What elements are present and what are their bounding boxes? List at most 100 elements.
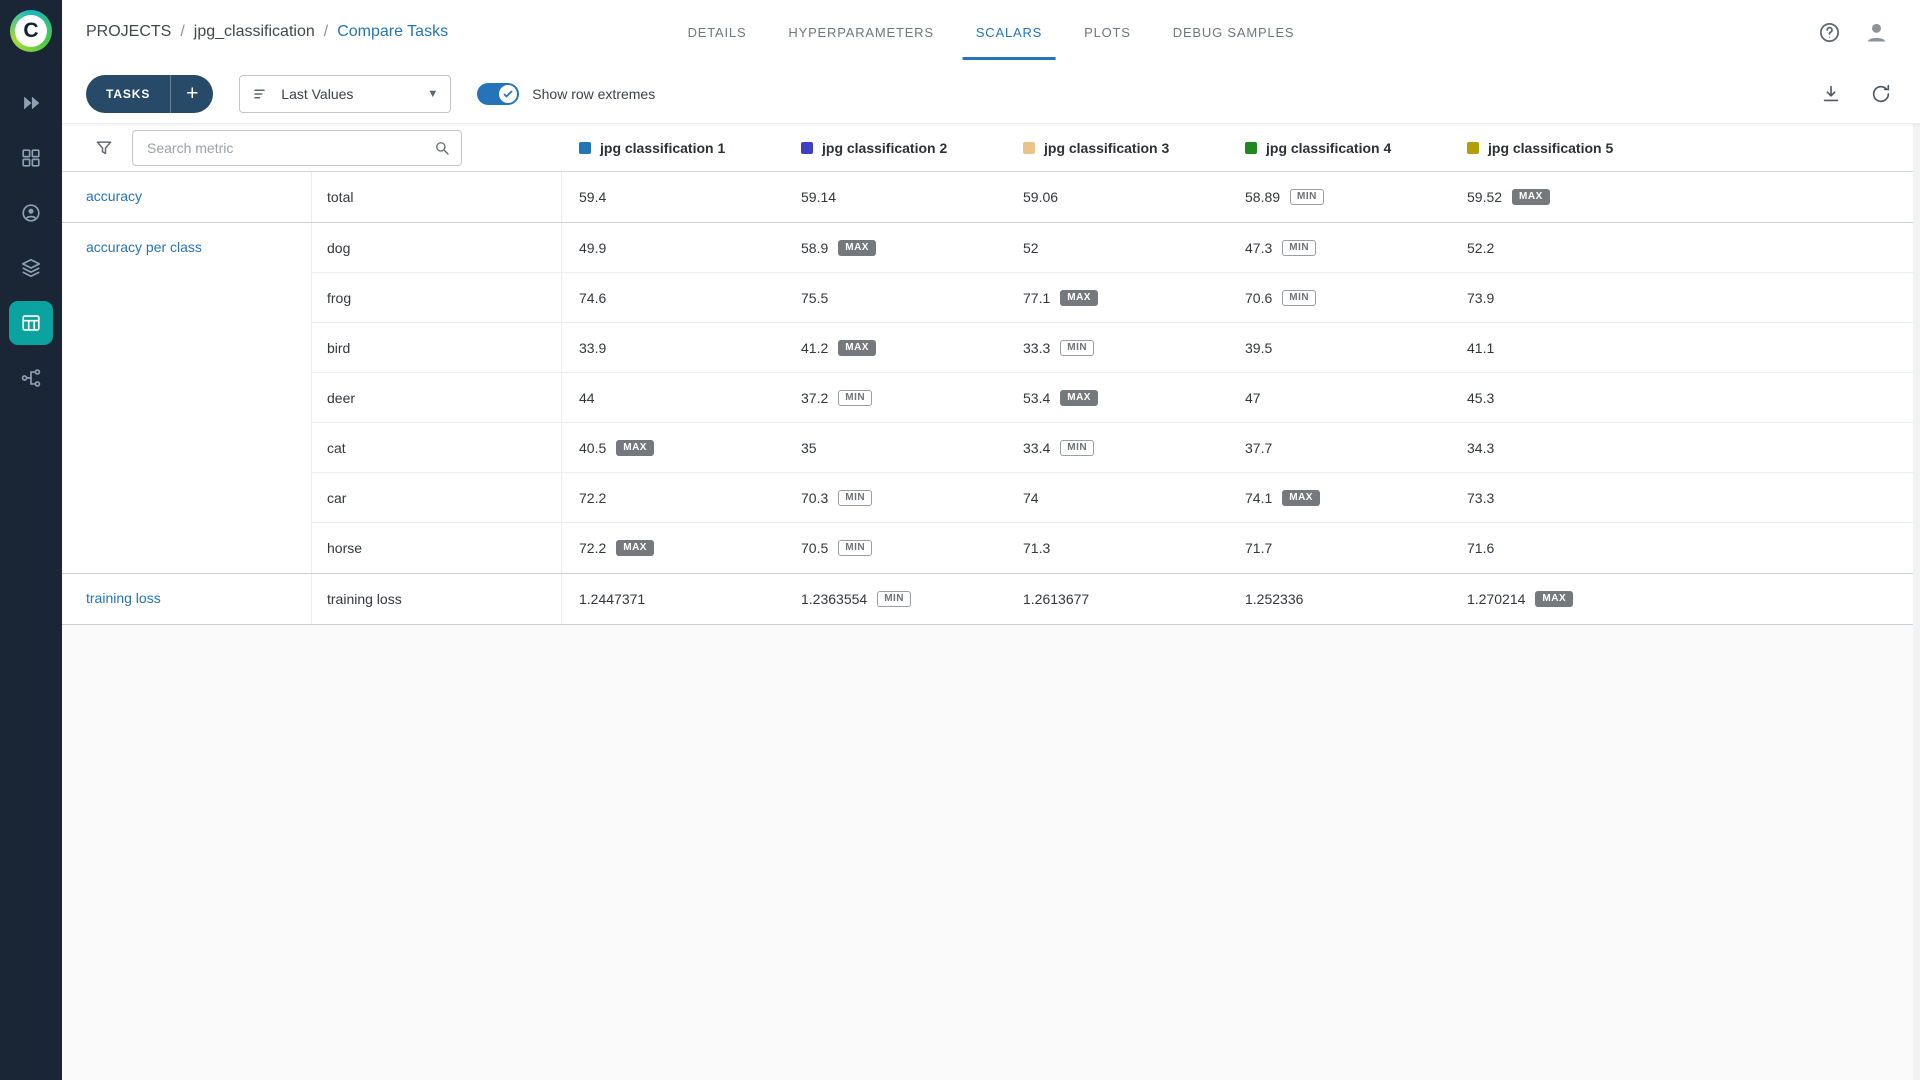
sidebar-nav <box>9 81 53 400</box>
value-cell: 34.3 <box>1450 423 1920 472</box>
metric-value: 74.6 <box>579 290 606 306</box>
min-badge: MIN <box>1282 240 1316 256</box>
tasks-button-label[interactable]: TASKS <box>86 75 170 113</box>
variant-cell: total <box>312 172 562 222</box>
dashboard-icon <box>20 147 42 169</box>
metric-value: 37.7 <box>1245 440 1272 456</box>
metric-link[interactable]: accuracy <box>86 188 142 204</box>
metric-link[interactable]: training loss <box>86 590 161 606</box>
value-cell: 39.5 <box>1228 323 1450 372</box>
toggle-knob <box>499 85 517 103</box>
metric-value: 72.2 <box>579 540 606 556</box>
max-badge: MAX <box>1512 189 1550 205</box>
metric-value: 59.52 <box>1467 189 1502 205</box>
max-badge: MAX <box>838 240 876 256</box>
header-actions <box>1818 19 1890 46</box>
tab-plots[interactable]: PLOTS <box>1063 0 1152 64</box>
task-color-swatch <box>1023 142 1035 154</box>
value-cell: 41.1 <box>1450 323 1920 372</box>
show-row-extremes-toggle[interactable] <box>477 83 519 105</box>
tab-details[interactable]: DETAILS <box>667 0 768 64</box>
filter-icon[interactable] <box>94 138 114 158</box>
value-cell: 37.2MIN <box>784 373 1006 422</box>
search-icon[interactable] <box>433 139 451 157</box>
toolbar-right <box>1820 83 1920 105</box>
tab-debug-samples[interactable]: DEBUG SAMPLES <box>1152 0 1316 64</box>
value-cell: 47.3MIN <box>1228 223 1450 272</box>
metric-value: 71.3 <box>1023 540 1050 556</box>
user-avatar-icon[interactable] <box>1863 19 1890 46</box>
min-badge: MIN <box>877 591 911 607</box>
refresh-icon[interactable] <box>1870 83 1892 105</box>
task-color-swatch <box>1467 142 1479 154</box>
metric-value: 45.3 <box>1467 390 1494 406</box>
metric-value: 70.3 <box>801 490 828 506</box>
metric-rows: training loss1.24473711.2363554MIN1.2613… <box>312 574 1920 624</box>
sidebar-item-getting-started[interactable] <box>9 81 53 125</box>
metric-value: 33.3 <box>1023 340 1050 356</box>
vertical-scrollbar[interactable] <box>1913 124 1920 1080</box>
metric-value: 49.9 <box>579 240 606 256</box>
tab-hyperparameters[interactable]: HYPERPARAMETERS <box>767 0 954 64</box>
metric-value: 70.5 <box>801 540 828 556</box>
table-header: jpg classification 1jpg classification 2… <box>62 124 1920 172</box>
value-cell: 52.2 <box>1450 223 1920 272</box>
metric-cell: accuracy <box>62 172 312 222</box>
metric-value: 44 <box>579 390 595 406</box>
value-cell: 59.14 <box>784 172 1006 222</box>
sidebar-item-dashboard[interactable] <box>9 136 53 180</box>
table-body: accuracytotal59.459.1459.0658.89MIN59.52… <box>62 172 1920 625</box>
value-cell: 45.3 <box>1450 373 1920 422</box>
min-badge: MIN <box>1060 440 1094 456</box>
value-cell: 1.252336 <box>1228 574 1450 624</box>
max-badge: MAX <box>616 540 654 556</box>
value-cell: 59.52 MAX <box>1450 172 1920 222</box>
metric-value: 35 <box>801 440 817 456</box>
metric-value: 40.5 <box>579 440 606 456</box>
table-row: training loss1.24473711.2363554MIN1.2613… <box>312 574 1920 624</box>
value-cell: 59.06 <box>1006 172 1228 222</box>
help-icon[interactable] <box>1818 21 1841 44</box>
sidebar-item-experiments[interactable] <box>9 301 53 345</box>
clearml-logo[interactable]: C <box>10 10 52 52</box>
value-cell: 37.7 <box>1228 423 1450 472</box>
metric-link[interactable]: accuracy per class <box>86 239 202 255</box>
task-column-header[interactable]: jpg classification 4 <box>1228 140 1450 156</box>
value-cell: 71.3 <box>1006 523 1228 573</box>
breadcrumb-separator: / <box>180 23 184 41</box>
breadcrumb-current[interactable]: Compare Tasks <box>337 23 448 41</box>
value-cell: 74.1MAX <box>1228 473 1450 522</box>
value-cell: 40.5MAX <box>562 423 784 472</box>
sidebar-item-datasets[interactable] <box>9 246 53 290</box>
value-cell: 77.1MAX <box>1006 273 1228 322</box>
task-column-header[interactable]: jpg classification 2 <box>784 140 1006 156</box>
min-badge: MIN <box>838 540 872 556</box>
add-task-button[interactable]: + <box>171 75 213 113</box>
value-cell: 70.5 MIN <box>784 523 1006 573</box>
breadcrumb-separator: / <box>324 23 328 41</box>
download-icon[interactable] <box>1820 83 1842 105</box>
metric-rows: dog49.958.9MAX5247.3MIN52.2frog74.675.57… <box>312 223 1920 573</box>
value-cell: 74 <box>1006 473 1228 522</box>
value-cell: 70.3MIN <box>784 473 1006 522</box>
breadcrumb: PROJECTS / jpg_classification / Compare … <box>86 23 448 41</box>
value-cell: 47 <box>1228 373 1450 422</box>
tab-scalars[interactable]: SCALARS <box>955 0 1063 64</box>
task-column-header[interactable]: jpg classification 1 <box>562 140 784 156</box>
task-column-header[interactable]: jpg classification 5 <box>1450 140 1920 156</box>
variant-cell: dog <box>312 223 562 272</box>
breadcrumb-projects[interactable]: PROJECTS <box>86 23 171 41</box>
sidebar-item-pipelines[interactable] <box>9 356 53 400</box>
tasks-split-button[interactable]: TASKS + <box>86 75 213 113</box>
metric-value: 58.89 <box>1245 189 1280 205</box>
experiments-icon <box>20 312 42 334</box>
search-metric-input[interactable] <box>145 139 433 157</box>
breadcrumb-project[interactable]: jpg_classification <box>194 23 315 41</box>
value-cell: 72.2 <box>562 473 784 522</box>
task-column-header[interactable]: jpg classification 3 <box>1006 140 1228 156</box>
values-mode-dropdown[interactable]: Last Values ▼ <box>239 75 451 113</box>
metric-value: 52 <box>1023 240 1039 256</box>
variant-cell: frog <box>312 273 562 322</box>
sidebar-item-workers[interactable] <box>9 191 53 235</box>
app: C PROJECTS / jpg_classification / Compar… <box>0 0 1920 1080</box>
